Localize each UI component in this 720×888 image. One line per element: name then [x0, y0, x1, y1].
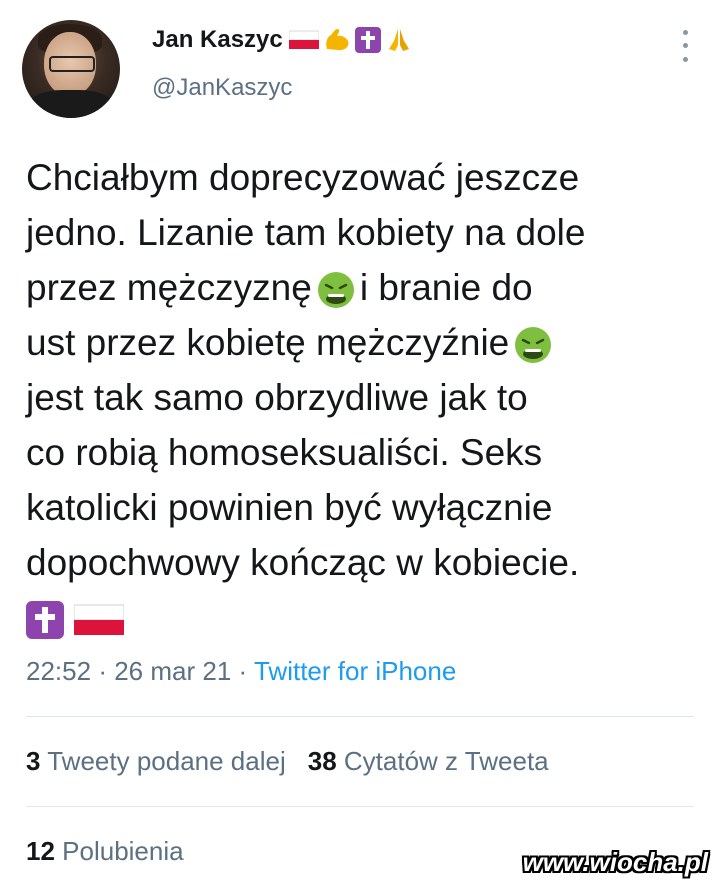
- author-display-name[interactable]: Jan Kaszyc: [152, 26, 283, 54]
- meta-separator: ·: [98, 656, 107, 686]
- tweet-text-line: katolicki powinien być wyłącznie: [26, 487, 553, 528]
- nauseated-face-icon: [317, 272, 354, 309]
- tweet-time[interactable]: 22:52: [26, 656, 91, 686]
- tweet-text-emoji-line: [26, 590, 702, 645]
- latin-cross-icon: [26, 601, 64, 640]
- divider: [26, 716, 694, 717]
- tweet-source-link[interactable]: Twitter for iPhone: [254, 656, 456, 686]
- tweet-text-line: ust przez kobietę mężczyźnie: [26, 315, 702, 370]
- engagement-stats: 3 Tweety podane dalej 38 Cytatów z Tweet…: [26, 746, 549, 777]
- tweet-text-line: dopochwowy kończąc w kobiecie.: [26, 542, 580, 583]
- avatar[interactable]: [22, 20, 120, 118]
- tweet-meta: 22:52 · 26 mar 21 · Twitter for iPhone: [26, 656, 456, 687]
- tweet-text-segment: i branie do: [359, 267, 533, 308]
- quotes-label: Cytatów z Tweeta: [343, 746, 549, 776]
- more-options-icon[interactable]: [678, 26, 692, 66]
- quotes-stat[interactable]: 38 Cytatów z Tweeta: [308, 746, 549, 777]
- likes-stat[interactable]: 12 Polubienia: [26, 836, 184, 867]
- likes-label: Polubienia: [62, 836, 184, 866]
- divider: [26, 806, 694, 807]
- retweets-stat[interactable]: 3 Tweety podane dalej: [26, 746, 286, 777]
- quotes-count: 38: [307, 746, 337, 776]
- tweet-text: Chciałbym doprecyzować jeszcze jedno. Li…: [26, 150, 702, 645]
- meta-separator: ·: [238, 656, 248, 686]
- tweet-text-segment: przez mężczyznę: [26, 267, 312, 308]
- tweet-text-line: co robią homoseksualiści. Seks: [26, 432, 543, 473]
- nauseated-face-icon: [515, 327, 552, 364]
- author-handle[interactable]: @JanKaszyc: [152, 74, 292, 102]
- tweet-date[interactable]: 26 mar 21: [114, 656, 231, 686]
- tweet-text-segment: ust przez kobietę mężczyźnie: [26, 322, 510, 363]
- flag-poland-icon: [73, 604, 125, 636]
- name-emojis: [288, 27, 413, 53]
- folded-hands-icon: [388, 29, 409, 51]
- retweets-count: 3: [26, 746, 41, 776]
- watermark: www.wiocha.pl: [522, 847, 708, 877]
- retweets-label: Tweety podane dalej: [47, 746, 286, 776]
- tweet-text-line: jest tak samo obrzydliwe jak to: [26, 377, 528, 418]
- tweet-text-line: przez mężczyznę i branie do: [26, 260, 702, 315]
- likes-count: 12: [26, 836, 55, 866]
- tweet-text-line: Chciałbym doprecyzować jeszcze: [26, 157, 580, 198]
- flag-poland-icon: [288, 30, 319, 49]
- tweet-header: Jan Kaszyc @JanKaszyc: [22, 20, 700, 120]
- latin-cross-icon: [354, 27, 381, 53]
- tweet-text-line: jedno. Lizanie tam kobiety na dole: [26, 212, 586, 253]
- flexed-biceps-icon: [325, 28, 349, 51]
- author-name-row[interactable]: Jan Kaszyc: [152, 26, 413, 54]
